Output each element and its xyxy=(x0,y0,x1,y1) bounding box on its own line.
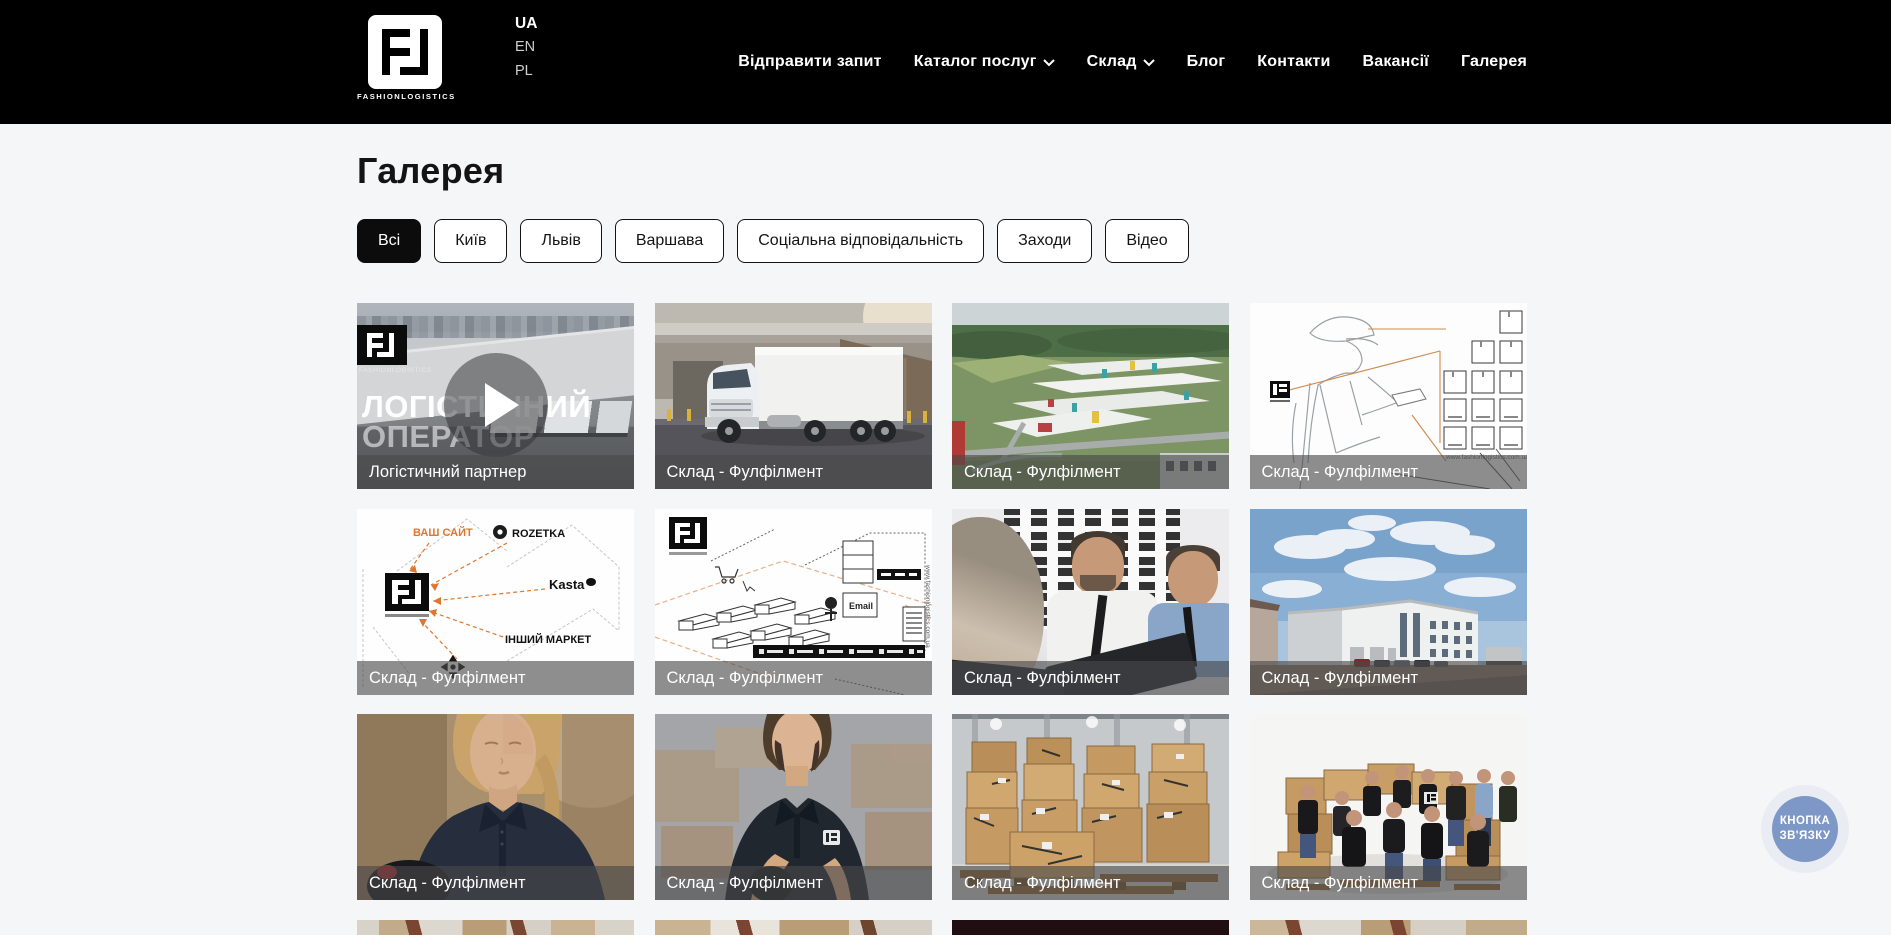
tile-caption: Склад - Фулфілмент xyxy=(357,661,634,695)
gallery-grid: FASHIONLOGISTICS ЛОГІСТИЧНИЙ ОПЕРАТОР Ло… xyxy=(357,303,1527,935)
tile-caption: Склад - Фулфілмент xyxy=(1250,866,1527,900)
gallery-item-5[interactable]: ВАШ САЙТ ROZETKA Kasta ІНШИЙ МАРКЕТ xyxy=(357,509,634,695)
tile-caption: Склад - Фулфілмент xyxy=(357,866,634,900)
filter-video[interactable]: Відео xyxy=(1105,219,1188,263)
filter-social-responsibility[interactable]: Соціальна відповідальність xyxy=(737,219,984,263)
gallery-item-3[interactable]: Склад - Фулфілмент xyxy=(952,303,1229,489)
diagram-label-kasta: Kasta xyxy=(549,577,585,592)
play-icon[interactable] xyxy=(444,353,548,457)
gallery-item-16[interactable] xyxy=(1250,920,1527,935)
gallery-item-7[interactable]: Склад - Фулфілмент xyxy=(952,509,1229,695)
filter-warsaw[interactable]: Варшава xyxy=(615,219,724,263)
watermark-wordmark: FASHIONLOGISTICS xyxy=(359,367,432,374)
nav-vacancies[interactable]: Вакансії xyxy=(1363,53,1429,71)
diagram-label-your-site: ВАШ САЙТ xyxy=(413,526,473,539)
gallery-item-2[interactable]: Склад - Фулфілмент xyxy=(655,303,932,489)
filter-events[interactable]: Заходи xyxy=(997,219,1092,263)
diagram-label-other-market: ІНШИЙ МАРКЕТ xyxy=(505,633,591,646)
lang-en[interactable]: EN xyxy=(515,40,537,56)
nav-services-catalog[interactable]: Каталог послуг xyxy=(914,53,1055,71)
nav-blog[interactable]: Блог xyxy=(1187,53,1226,71)
filter-kyiv[interactable]: Київ xyxy=(434,219,507,263)
filter-lviv[interactable]: Львів xyxy=(520,219,601,263)
site-header: FASHIONLOGISTICS UA EN PL Відправити зап… xyxy=(0,0,1891,124)
tile-caption: Склад - Фулфілмент xyxy=(1250,661,1527,695)
gallery-item-13[interactable] xyxy=(357,920,634,935)
gallery-item-10[interactable]: Склад - Фулфілмент xyxy=(655,714,932,900)
fl-logo-watermark xyxy=(357,325,407,365)
gallery-item-8[interactable]: Склад - Фулфілмент xyxy=(1250,509,1527,695)
warehouse-rack-photo xyxy=(1250,920,1527,935)
warehouse-rack-photo xyxy=(655,920,932,935)
gallery-item-14[interactable] xyxy=(655,920,932,935)
gallery-item-11[interactable]: Склад - Фулфілмент xyxy=(952,714,1229,900)
site-logo[interactable]: FASHIONLOGISTICS xyxy=(357,15,453,101)
gallery-item-6[interactable]: Email www.fashionlogistics.com.ua xyxy=(655,509,932,695)
diagram-label-rozetka: ROZETKA xyxy=(512,528,565,540)
gallery-item-4[interactable]: www.fashionlogistics.com.ua Склад - Фулф… xyxy=(1250,303,1527,489)
gallery-filters: Всі Київ Львів Варшава Соціальна відпові… xyxy=(357,219,1527,263)
tile-caption: Склад - Фулфілмент xyxy=(952,661,1229,695)
tile-caption: Склад - Фулфілмент xyxy=(655,455,932,489)
contact-button-label: КНОПКА ЗВ'ЯЗКУ xyxy=(1772,796,1838,862)
filter-all[interactable]: Всі xyxy=(357,219,421,263)
language-switcher: UA EN PL xyxy=(515,15,537,80)
chevron-down-icon xyxy=(1143,59,1155,67)
nav-contacts[interactable]: Контакти xyxy=(1257,53,1330,71)
logo-wordmark: FASHIONLOGISTICS xyxy=(357,92,453,101)
gallery-item-9[interactable]: Склад - Фулфілмент xyxy=(357,714,634,900)
lang-ua[interactable]: UA xyxy=(515,15,537,32)
fl-logo-small xyxy=(385,573,429,617)
person-head xyxy=(1168,551,1218,607)
gallery-page: FASHIONLOGISTICS UA EN PL Відправити зап… xyxy=(0,0,1891,935)
contact-floating-button[interactable]: КНОПКА ЗВ'ЯЗКУ xyxy=(1761,785,1849,873)
main-nav: Відправити запит Каталог послуг Склад Бл… xyxy=(738,0,1527,124)
dark-warehouse-photo xyxy=(952,920,1229,935)
diagram-label-email: Email xyxy=(849,601,873,611)
tile-caption: Логістичний партнер xyxy=(357,455,634,489)
tile-caption: Склад - Фулфілмент xyxy=(655,866,932,900)
lang-pl[interactable]: PL xyxy=(515,64,537,80)
warehouse-rack-photo xyxy=(357,920,634,935)
tile-caption: Склад - Фулфілмент xyxy=(1250,455,1527,489)
tile-caption: Склад - Фулфілмент xyxy=(952,455,1229,489)
person-beard xyxy=(1080,575,1116,593)
diagram-url-vertical-text: www.fashionlogistics.com.ua xyxy=(924,564,931,648)
tile-caption: Склад - Фулфілмент xyxy=(655,661,932,695)
tile-caption: Склад - Фулфілмент xyxy=(952,866,1229,900)
chevron-down-icon xyxy=(1043,59,1055,67)
nav-warehouse[interactable]: Склад xyxy=(1087,53,1155,71)
gallery-item-12[interactable]: Склад - Фулфілмент xyxy=(1250,714,1527,900)
gallery-item-15[interactable] xyxy=(952,920,1229,935)
nav-send-request[interactable]: Відправити запит xyxy=(738,53,881,71)
page-title: Галерея xyxy=(357,150,1527,192)
fl-logo-icon xyxy=(368,15,442,89)
fl-chest-logo xyxy=(823,830,840,845)
nav-gallery[interactable]: Галерея xyxy=(1461,53,1527,71)
gallery-item-1-video[interactable]: FASHIONLOGISTICS ЛОГІСТИЧНИЙ ОПЕРАТОР Ло… xyxy=(357,303,634,489)
